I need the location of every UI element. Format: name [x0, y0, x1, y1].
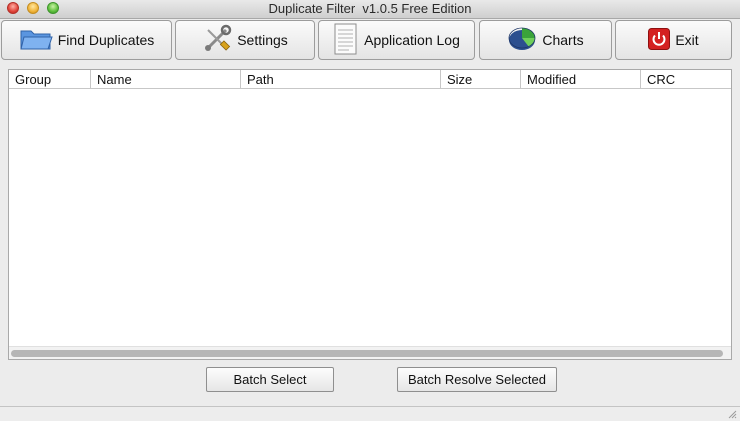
find-duplicates-button[interactable]: Find Duplicates	[1, 20, 172, 60]
charts-button[interactable]: Charts	[479, 20, 612, 60]
window-title: Duplicate Filter v1.0.5 Free Edition	[268, 1, 472, 16]
pie-chart-icon	[507, 25, 537, 56]
resize-grip-icon[interactable]	[727, 409, 737, 419]
column-header-size[interactable]: Size	[441, 70, 521, 88]
status-bar	[0, 406, 740, 421]
find-duplicates-label: Find Duplicates	[57, 32, 155, 48]
application-log-label: Application Log	[364, 32, 460, 48]
application-log-button[interactable]: Application Log	[318, 20, 475, 60]
column-header-path[interactable]: Path	[241, 70, 441, 88]
title-bar: Duplicate Filter v1.0.5 Free Edition	[0, 0, 740, 19]
scrollbar-thumb[interactable]	[11, 350, 723, 357]
batch-select-button[interactable]: Batch Select	[206, 367, 334, 392]
charts-label: Charts	[542, 32, 584, 48]
column-header-crc[interactable]: CRC	[641, 70, 731, 88]
horizontal-scrollbar[interactable]	[9, 346, 731, 359]
folder-icon	[19, 27, 53, 54]
document-icon	[333, 22, 359, 59]
column-header-modified[interactable]: Modified	[521, 70, 641, 88]
settings-label: Settings	[237, 32, 288, 48]
toolbar: Find Duplicates Settings Application Log…	[0, 19, 740, 63]
results-table[interactable]: Group Name Path Size Modified CRC	[8, 69, 732, 360]
power-icon	[648, 27, 671, 53]
settings-button[interactable]: Settings	[175, 20, 315, 60]
table-header: Group Name Path Size Modified CRC	[9, 70, 731, 89]
batch-resolve-selected-button[interactable]: Batch Resolve Selected	[397, 367, 557, 392]
exit-button[interactable]: Exit	[615, 20, 732, 60]
exit-label: Exit	[675, 32, 699, 48]
column-header-name[interactable]: Name	[91, 70, 241, 88]
tools-icon	[202, 24, 232, 57]
column-header-group[interactable]: Group	[9, 70, 91, 88]
